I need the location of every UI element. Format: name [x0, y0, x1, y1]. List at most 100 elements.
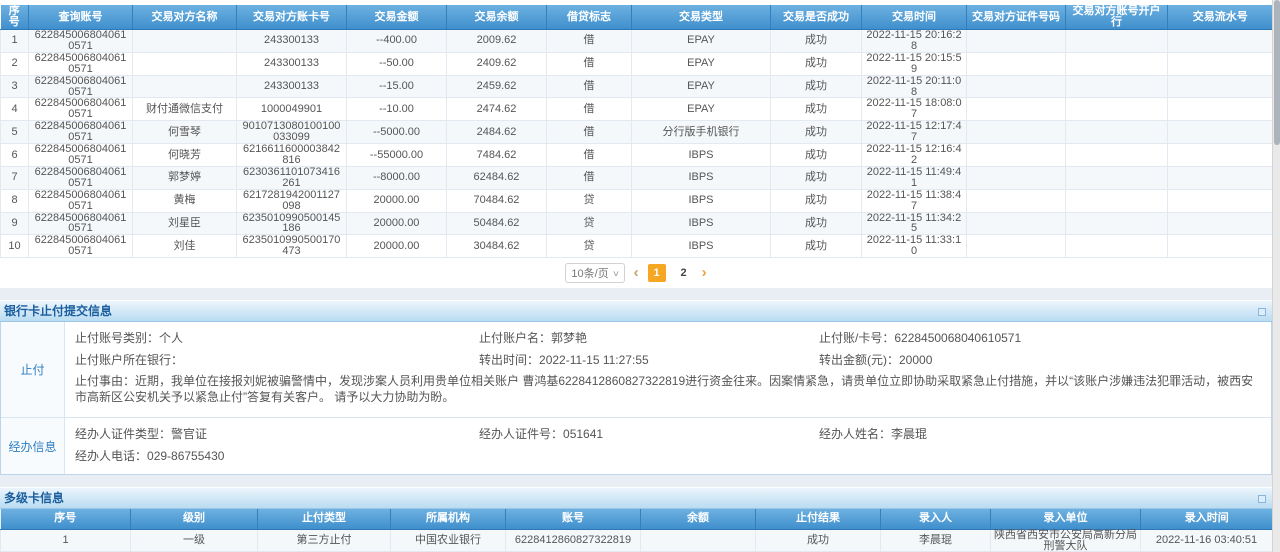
- transactions-panel: 序号查询账号交易对方名称交易对方账卡号交易金额交易余额借贷标志交易类型交易是否成…: [0, 0, 1272, 288]
- table-cell: 2022-11-15 20:16:28: [862, 30, 967, 53]
- field-value: 20000: [899, 353, 932, 367]
- table-cell: --50.00: [347, 52, 447, 75]
- table-cell: IBPS: [632, 144, 771, 167]
- field-label: 止付账户所在银行：: [75, 353, 183, 367]
- table-cell: 6228450068040610571: [29, 75, 133, 98]
- table-cell: 50484.62: [447, 212, 547, 235]
- column-header: 序号: [1, 509, 131, 529]
- table-cell: 6228450068040610571: [29, 189, 133, 212]
- column-header: 级别: [131, 509, 258, 529]
- table-cell: 刘佳: [133, 235, 237, 258]
- column-header: 交易对方证件号码: [967, 5, 1066, 30]
- table-cell: [1066, 30, 1168, 53]
- table-cell: 2409.62: [447, 52, 547, 75]
- table-cell: 2022-11-15 18:08:07: [862, 98, 967, 121]
- table-cell: --10.00: [347, 98, 447, 121]
- table-cell: [967, 30, 1066, 53]
- table-cell: [1168, 212, 1273, 235]
- page-button-2[interactable]: 2: [675, 264, 693, 282]
- field-account-type: 止付账号类别：个人: [75, 329, 479, 346]
- table-cell: [1168, 52, 1273, 75]
- field-label: 止付账号类别：: [75, 331, 159, 345]
- table-cell: 第三方止付: [258, 529, 391, 552]
- stop-reason-text: 止付事由：近期，我单位在接报刘妮被骗警情中，发现涉案人员利用贵单位相关账户 曹鸿…: [65, 370, 1271, 409]
- column-header: 借贷标志: [547, 5, 632, 30]
- table-row: 46228450068040610571财付通微信支付1000049901--1…: [1, 98, 1273, 121]
- table-cell: 2022-11-15 12:16:42: [862, 144, 967, 167]
- table-cell: 8: [1, 189, 29, 212]
- vertical-scrollbar[interactable]: [1272, 0, 1280, 552]
- field-value: 郭梦艳: [551, 331, 587, 345]
- table-row: 1一级第三方止付中国农业银行6228412860827322819成功李晨琨陕西…: [1, 529, 1273, 552]
- column-header: 录入时间: [1141, 509, 1273, 529]
- table-cell: 9: [1, 212, 29, 235]
- table-cell: 6235010990500145186: [237, 212, 347, 235]
- table-cell: 成功: [771, 212, 862, 235]
- table-cell: EPAY: [632, 30, 771, 53]
- table-cell: 成功: [771, 75, 862, 98]
- collapse-icon[interactable]: [1258, 308, 1266, 316]
- table-cell: --8000.00: [347, 166, 447, 189]
- table-cell: 7484.62: [447, 144, 547, 167]
- table-cell: 成功: [771, 144, 862, 167]
- table-cell: 贷: [547, 189, 632, 212]
- section-title-text: 多级卡信息: [4, 491, 64, 505]
- table-cell: [1168, 98, 1273, 121]
- field-label: 经办人证件类型：: [75, 427, 171, 441]
- table-cell: 7: [1, 166, 29, 189]
- operator-info-group: 经办信息 经办人证件类型：警官证 经办人证件号：051641 经办人姓名：李晨琨: [1, 417, 1271, 474]
- field-value: 6228450068040610571: [894, 331, 1021, 345]
- column-header: 交易余额: [447, 5, 547, 30]
- table-cell: [1066, 189, 1168, 212]
- table-row: 56228450068040610571何雪琴90107130801001000…: [1, 121, 1273, 144]
- field-value: 2022-11-15 11:27:55: [539, 353, 649, 367]
- table-cell: --55000.00: [347, 144, 447, 167]
- field-value: 个人: [159, 331, 183, 345]
- table-cell: 贷: [547, 212, 632, 235]
- table-cell: 6216611600003842816: [237, 144, 347, 167]
- next-page-button[interactable]: ›: [702, 264, 707, 282]
- table-cell: 2022-11-15 11:34:25: [862, 212, 967, 235]
- multi-card-header-row: 序号级别止付类型所属机构账号余额止付结果录入人录入单位录入时间: [1, 509, 1273, 529]
- table-cell: 成功: [771, 189, 862, 212]
- field-label: 经办人证件号：: [479, 427, 563, 441]
- table-cell: [1066, 144, 1168, 167]
- prev-page-button[interactable]: ‹: [634, 264, 639, 282]
- table-cell: [1168, 189, 1273, 212]
- page-button-1[interactable]: 1: [648, 264, 666, 282]
- table-cell: 2009.62: [447, 30, 547, 53]
- table-cell: [967, 212, 1066, 235]
- transactions-header-row: 序号查询账号交易对方名称交易对方账卡号交易金额交易余额借贷标志交易类型交易是否成…: [1, 5, 1273, 30]
- table-cell: 借: [547, 52, 632, 75]
- table-cell: 1000049901: [237, 98, 347, 121]
- group-label-stop: 止付: [1, 322, 65, 417]
- table-cell: 借: [547, 166, 632, 189]
- table-cell: 243300133: [237, 30, 347, 53]
- table-cell: 何晓芳: [133, 144, 237, 167]
- collapse-icon[interactable]: [1258, 495, 1266, 503]
- table-cell: 4: [1, 98, 29, 121]
- table-cell: 6228450068040610571: [29, 212, 133, 235]
- table-cell: 中国农业银行: [391, 529, 506, 552]
- table-cell: 借: [547, 98, 632, 121]
- column-header: 交易类型: [632, 5, 771, 30]
- scrollbar-thumb[interactable]: [1274, 0, 1280, 145]
- field-value: 警官证: [171, 427, 207, 441]
- table-cell: 2022-11-15 11:33:10: [862, 235, 967, 258]
- multi-card-table: 序号级别止付类型所属机构账号余额止付结果录入人录入单位录入时间 1一级第三方止付…: [0, 509, 1273, 552]
- table-cell: 6228450068040610571: [29, 121, 133, 144]
- table-cell: 借: [547, 30, 632, 53]
- page-size-select[interactable]: 10条/页 ∨: [565, 263, 624, 283]
- table-cell: 成功: [771, 121, 862, 144]
- table-row: 26228450068040610571243300133--50.002409…: [1, 52, 1273, 75]
- column-header: 止付结果: [756, 509, 881, 529]
- field-transfer-amount: 转出金额(元)：20000: [819, 351, 1271, 368]
- column-header: 止付类型: [258, 509, 391, 529]
- table-cell: 6230361101073416261: [237, 166, 347, 189]
- table-cell: 黄梅: [133, 189, 237, 212]
- table-row: 66228450068040610571何晓芳62166116000038428…: [1, 144, 1273, 167]
- table-cell: [1066, 166, 1168, 189]
- table-cell: [1066, 52, 1168, 75]
- table-cell: 何雪琴: [133, 121, 237, 144]
- table-row: 96228450068040610571刘星臣62350109905001451…: [1, 212, 1273, 235]
